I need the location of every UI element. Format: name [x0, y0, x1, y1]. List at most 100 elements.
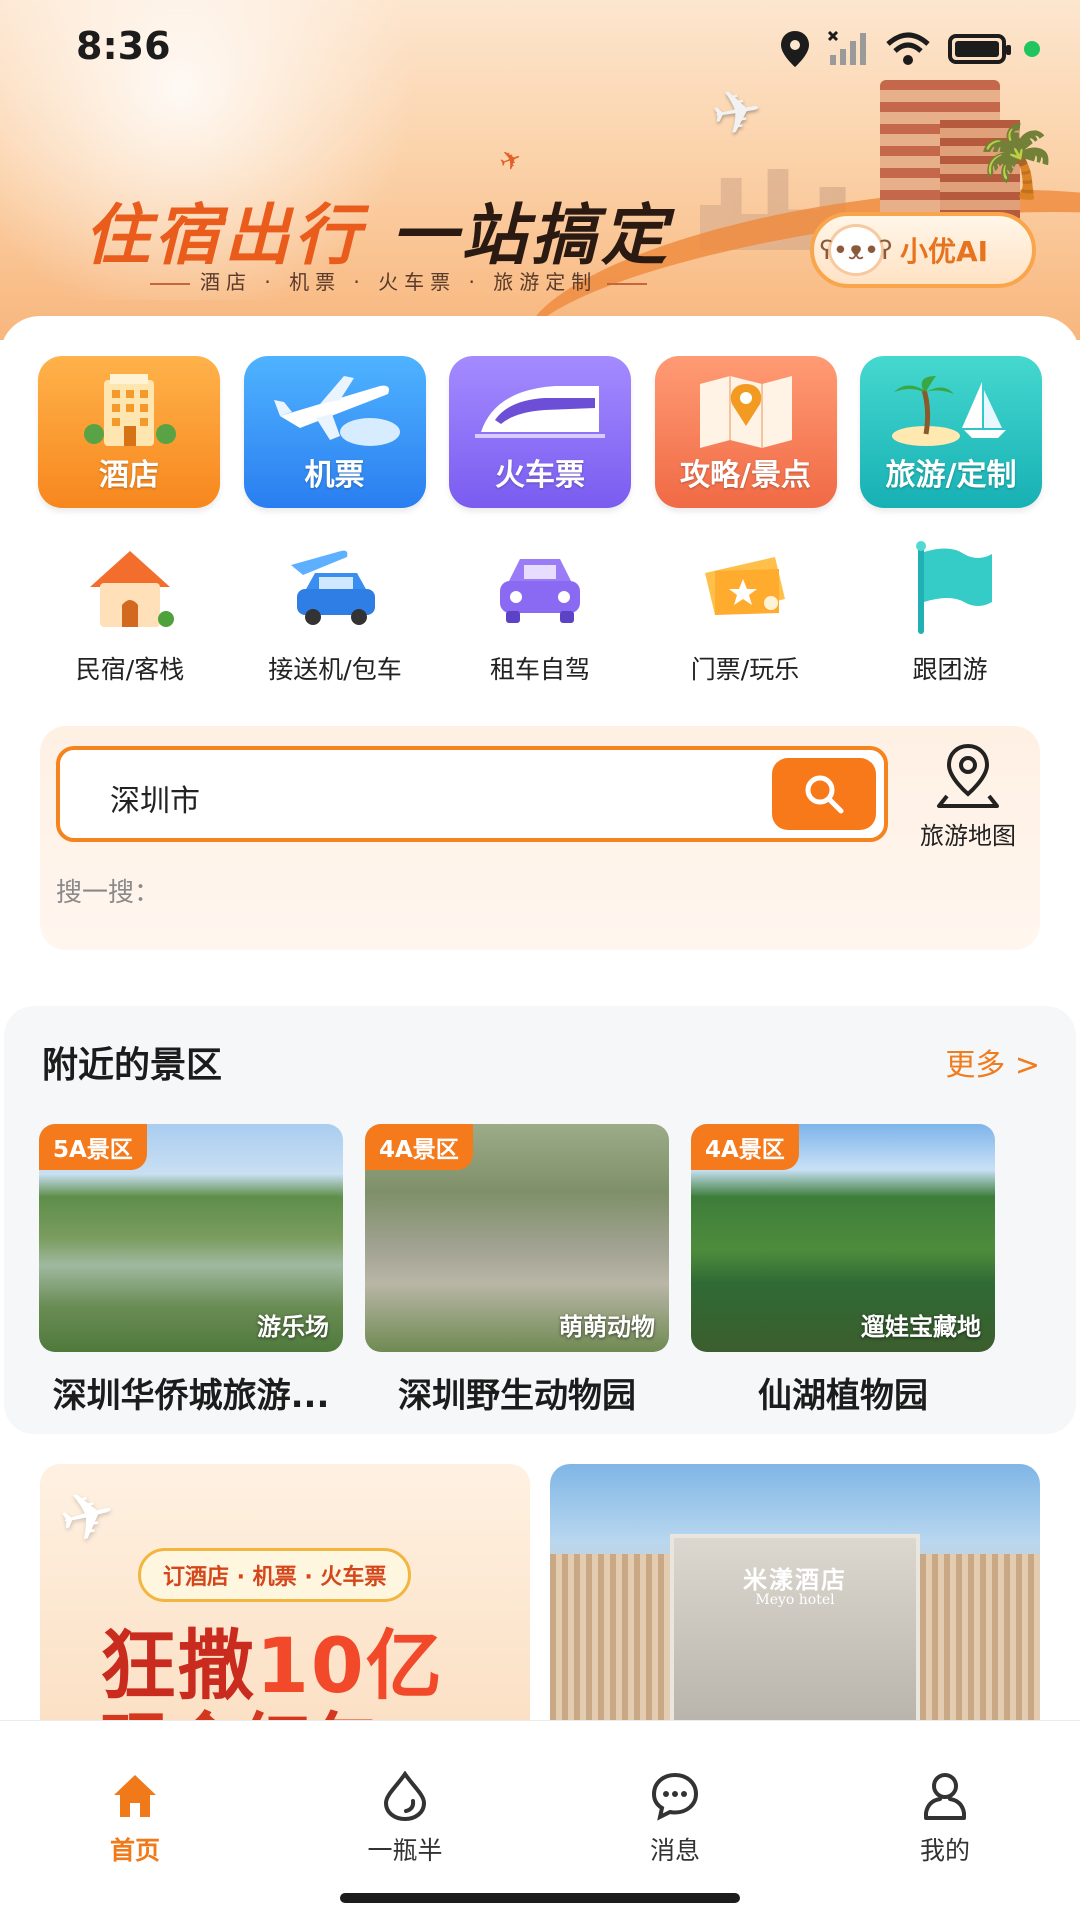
travel-map-label: 旅游地图: [920, 822, 1016, 850]
facade-left: [550, 1554, 670, 1724]
bottom-nav: 首页 一瓶半 消息 我的: [0, 1720, 1080, 1920]
privacy-indicator-dot: [1024, 41, 1040, 57]
service-label: 接送机/包车: [268, 655, 402, 684]
category-train[interactable]: 火车票: [449, 356, 631, 508]
plane-icon: [273, 376, 400, 446]
spot-image: 4A景区 遛娃宝藏地: [691, 1124, 995, 1352]
hotel-sign-en: Meyo hotel: [755, 1592, 835, 1608]
section-title: 附近的景区: [42, 1045, 223, 1086]
category-tiles: 酒店 机票 火车票 攻略/景点 旅游/定制: [38, 356, 1042, 508]
category-custom-tour[interactable]: 旅游/定制: [860, 356, 1042, 508]
home-icon: [114, 1775, 156, 1817]
status-bar: 8:36: [0, 0, 1080, 100]
spot-badge: 4A景区: [691, 1124, 799, 1170]
map-guide-icon: [699, 376, 792, 448]
promo-banner-hotel[interactable]: 米漾酒店 Meyo hotel: [550, 1464, 1040, 1724]
spot-name: 深圳野生动物园: [398, 1376, 636, 1416]
spot-image: 4A景区 萌萌动物: [365, 1124, 669, 1352]
search-icon: [805, 775, 844, 814]
service-label: 跟团游: [912, 655, 988, 684]
airplane-icon: ✈: [51, 1472, 124, 1561]
spot-badge: 4A景区: [365, 1124, 473, 1170]
spot-image: 5A景区 游乐场: [39, 1124, 343, 1352]
hotel-facade: 米漾酒店 Meyo hotel: [670, 1534, 920, 1724]
train-icon: [475, 386, 605, 438]
service-group-tour[interactable]: 跟团游: [850, 538, 1050, 686]
spot-card[interactable]: 5A景区 游乐场 深圳华侨城旅游...: [39, 1124, 343, 1417]
spot-badge: 5A景区: [39, 1124, 147, 1170]
spot-tag: 游乐场: [257, 1313, 329, 1341]
spot-name: 仙湖植物园: [758, 1376, 928, 1416]
rental-car-icon: [500, 559, 580, 623]
hotel-icon: [84, 374, 176, 446]
nav-label: 一瓶半: [367, 1836, 443, 1865]
signal-icon: [828, 31, 866, 65]
small-airplane-icon: ✈: [495, 143, 527, 179]
nav-label: 消息: [649, 1836, 700, 1865]
spot-card[interactable]: 4A景区 萌萌动物 深圳野生动物园: [365, 1124, 669, 1417]
car-transfer-icon: [291, 550, 375, 625]
spot-tag: 遛娃宝藏地: [861, 1313, 981, 1341]
category-label: 旅游/定制: [885, 458, 1017, 493]
service-label: 民宿/客栈: [75, 655, 185, 684]
flag-icon: [916, 541, 992, 634]
ai-button-label: 小优AI: [900, 235, 989, 268]
profile-icon: [924, 1773, 966, 1820]
promo-headline-2: 现金红包: [100, 1690, 380, 1724]
palm-tree-icon: 🌴: [972, 120, 1060, 202]
promo-pill: 订酒店 · 机票 · 火车票: [138, 1548, 412, 1602]
ticket-icon: [705, 557, 785, 615]
slogan-part-1: 住宿出行: [84, 197, 364, 274]
spot-tag: 萌萌动物: [559, 1313, 655, 1341]
message-icon: [651, 1772, 699, 1821]
island-icon: [892, 376, 1006, 446]
service-homestay[interactable]: 民宿/客栈: [30, 538, 230, 686]
category-label: 机票: [304, 458, 365, 493]
search-panel: 深圳市 旅游地图 搜一搜：: [40, 726, 1040, 950]
search-input[interactable]: 深圳市: [56, 746, 888, 842]
spot-list: 5A景区 游乐场 深圳华侨城旅游... 4A景区 萌萌动物 深圳野生动物园 4A…: [39, 1124, 995, 1417]
spot-card[interactable]: 4A景区 遛娃宝藏地 仙湖植物园: [691, 1124, 995, 1417]
battery-icon: [948, 34, 1011, 64]
more-link[interactable]: 更多 >: [945, 1040, 1040, 1084]
nav-label: 首页: [109, 1836, 160, 1865]
nav-label: 我的: [919, 1836, 970, 1865]
house-icon: [90, 551, 174, 627]
main-card: 酒店 机票 火车票 攻略/景点 旅游/定制 民宿/客栈 接送机/包车 租车自驾 …: [0, 316, 1080, 1724]
search-input-value: 深圳市: [110, 784, 200, 819]
home-indicator[interactable]: [340, 1893, 740, 1903]
category-guide[interactable]: 攻略/景点: [654, 356, 837, 508]
hotel-sign: 米漾酒店: [743, 1566, 847, 1594]
category-label: 攻略/景点: [680, 458, 811, 493]
nearby-section: 附近的景区 更多 > 5A景区 游乐场 深圳华侨城旅游... 4A景区 萌萌动物…: [4, 1006, 1076, 1434]
hero-slogan: 住宿出行 一站搞定: [84, 182, 671, 278]
nav-profile[interactable]: 我的: [810, 1771, 1080, 1867]
drop-icon: [383, 1771, 427, 1821]
ai-assistant-button[interactable]: ʕ•ᴥ•ʔ 小优AI: [810, 212, 1036, 288]
search-hint: 搜一搜：: [56, 878, 161, 908]
service-label: 门票/玩乐: [690, 655, 800, 684]
hero-subline: 酒店 · 机票 · 火车票 · 旅游定制: [140, 266, 657, 295]
status-icons: [780, 30, 1040, 68]
search-button[interactable]: [772, 758, 876, 830]
service-tickets[interactable]: 门票/玩乐: [645, 538, 845, 686]
wifi-icon: [886, 32, 930, 65]
mascot-icon: ʕ•ᴥ•ʔ: [820, 224, 893, 276]
facade-right: [920, 1554, 1040, 1724]
service-transfer[interactable]: 接送机/包车: [235, 538, 435, 686]
nav-bottle[interactable]: 一瓶半: [270, 1771, 540, 1867]
travel-map-button[interactable]: 旅游地图: [906, 740, 1030, 851]
category-label: 酒店: [99, 458, 159, 493]
category-flight[interactable]: 机票: [243, 356, 426, 508]
map-pin-icon: [937, 743, 999, 808]
category-label: 火车票: [495, 458, 585, 493]
nav-messages[interactable]: 消息: [540, 1771, 810, 1867]
service-row: 民宿/客栈 接送机/包车 租车自驾 门票/玩乐 跟团游: [30, 538, 1050, 686]
service-car-rental[interactable]: 租车自驾: [440, 538, 640, 686]
location-icon: [781, 31, 809, 67]
nav-home[interactable]: 首页: [0, 1771, 270, 1867]
service-label: 租车自驾: [489, 655, 590, 684]
status-time: 8:36: [76, 24, 171, 68]
category-hotel[interactable]: 酒店: [38, 356, 220, 508]
promo-banner-red-packet[interactable]: ✈ 订酒店 · 机票 · 火车票 狂撒10亿 现金红包: [40, 1464, 530, 1724]
